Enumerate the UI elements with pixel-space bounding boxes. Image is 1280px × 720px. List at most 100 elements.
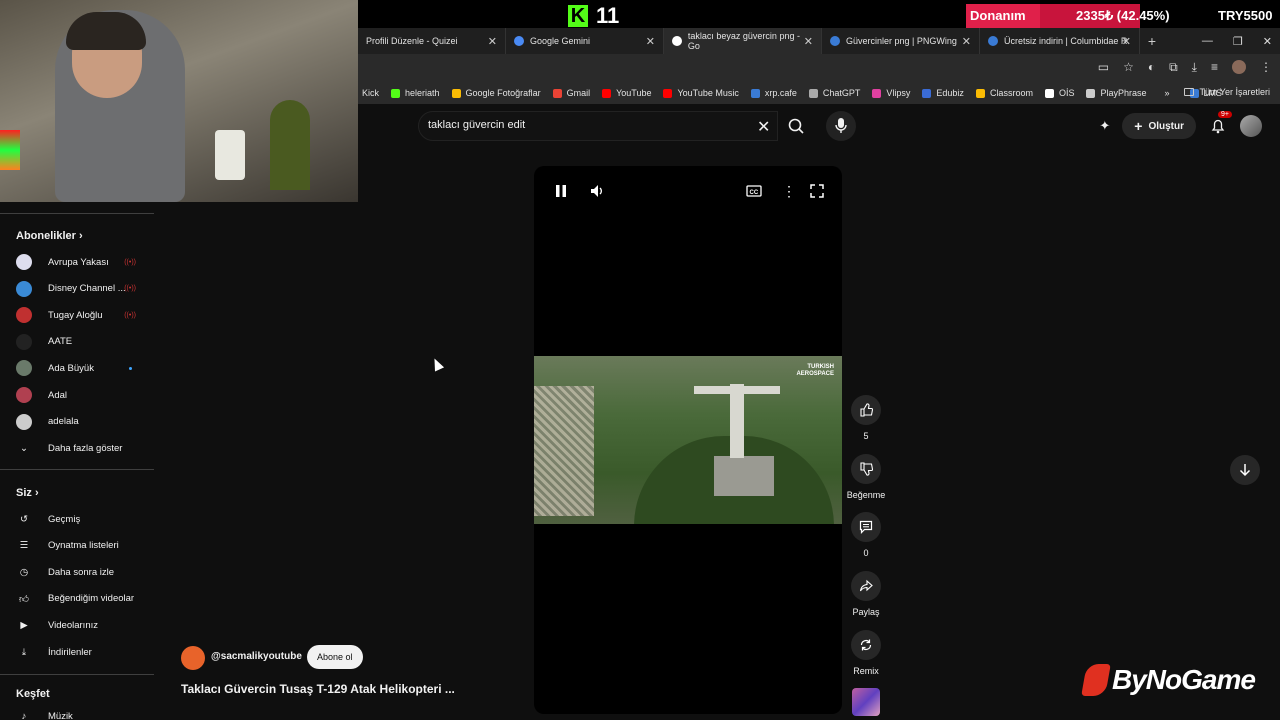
channel-avatar [16,387,32,403]
show-more-button[interactable]: ⌄ Daha fazla göster [16,436,146,460]
sidebar-item[interactable]: ◷ Daha sonra izle [16,560,146,584]
like-button[interactable]: 5 [850,395,882,441]
sidebar-item-label: Müzik [48,710,73,720]
channel-avatar [16,280,32,297]
clear-search-icon[interactable]: ✕ [757,117,770,137]
sidebar-item[interactable]: ↺ Geçmiş [16,507,146,531]
restore-icon[interactable]: ❐ [1233,35,1243,48]
voice-search-button[interactable] [826,111,856,141]
media-icon[interactable]: ≡ [1211,60,1218,75]
tab-title: taklacı beyaz güvercin png - Go [687,31,800,51]
bookmark-favicon-icon [552,88,562,98]
download-icon[interactable]: ⤓ [1192,60,1197,75]
statue-body [730,384,744,458]
google-icon [672,36,682,46]
browser-tab[interactable]: Güvercinler png | PNGWing ✕ [822,28,980,54]
profile-avatar[interactable] [1232,60,1246,74]
video-title[interactable]: Taklacı Güvercin Tusaş T-129 Atak Heliko… [181,682,455,696]
sidebar-item[interactable]: ☰ Oynatma listeleri [16,534,146,558]
close-icon[interactable]: ✕ [804,35,813,48]
bookmark-item[interactable]: YouTube [602,88,651,98]
captions-button[interactable]: CC [746,184,762,203]
channel-name[interactable]: @sacmalikyoutube [211,651,302,662]
user-avatar[interactable] [1240,115,1262,137]
close-icon[interactable]: ✕ [962,35,971,48]
minimize-icon[interactable]: — [1202,35,1213,47]
sidebar-item-music[interactable]: ♪ Müzik [16,704,146,720]
bookmark-item[interactable]: Vlipsy [872,88,910,98]
sidebar-item[interactable]: 👍︎ Beğendiğim videolar [16,587,146,611]
pngwing-icon [988,36,998,46]
share-button[interactable]: Paylaş [850,571,882,617]
thumbs-down-icon [860,462,873,476]
volume-button[interactable] [590,184,604,203]
remix-button[interactable]: Remix [850,630,882,676]
sound-thumbnail[interactable] [852,688,880,716]
subscribe-button[interactable]: Abone ol [307,645,363,669]
next-short-button[interactable] [1230,455,1260,485]
thumbs-up-icon [860,403,873,417]
bookmark-item[interactable]: Google Fotoğraflar [451,88,541,98]
channel-avatar [16,307,32,324]
sparkle-icon[interactable]: ✦ [1099,118,1110,134]
bookmark-item[interactable]: heleriath [391,88,440,98]
puzzle-icon[interactable]: ⧉ [1169,60,1178,75]
bookmark-item[interactable]: xrp.cafe [750,88,797,98]
video-icon: ▶ [20,619,28,631]
all-bookmarks-button[interactable]: Tüm Yer İşaretleri [1184,87,1270,97]
sidebar-subscription[interactable]: AATE [16,330,146,354]
browser-tab[interactable]: Ücretsiz indirin | Columbidae R ✕ [980,28,1140,54]
sidebar-subscription[interactable]: Disney Channel ... ((•)) [16,277,146,301]
bookmark-item[interactable]: Edubiz [922,88,964,98]
bookmark-item[interactable]: OİS [1044,88,1074,98]
bynogame-logo-icon [1081,664,1111,696]
browser-tab-active[interactable]: taklacı beyaz güvercin png - Go ✕ [664,28,822,54]
extension-icon[interactable]: ◐ [1148,60,1155,75]
shorts-player[interactable]: CC ⋮ TURKISH AEROSPACE [534,166,842,714]
bookmark-item[interactable]: ChatGPT [808,88,861,98]
bookmark-label: ChatGPT [822,88,861,98]
bookmark-item[interactable]: PlayPhrase [1086,88,1147,98]
sidebar-item[interactable]: ⤓ İndirilenler [16,640,146,664]
sidebar-subscription[interactable]: Adal [16,383,146,407]
bookmark-item[interactable]: Gmail [552,88,590,98]
bookmark-item[interactable]: Kick [362,88,379,98]
bookmarks-overflow-icon[interactable]: » [1165,88,1170,98]
browser-tab[interactable]: Profili Düzenle - Quizei ✕ [358,28,506,54]
comments-circle [851,512,881,542]
fullscreen-button[interactable] [810,184,824,203]
browser-tab[interactable]: Google Gemini ✕ [506,28,664,54]
sidebar-subscription[interactable]: Avrupa Yakası ((•)) [16,250,146,274]
bookmark-item[interactable]: Classroom [975,88,1033,98]
comments-button[interactable]: 0 [850,512,882,558]
sidebar-subscription[interactable]: adelala [16,410,146,434]
create-button[interactable]: + Oluştur [1122,113,1196,139]
bookmark-item[interactable]: YouTube Music [663,88,739,98]
you-heading[interactable]: Siz › [16,487,39,499]
close-icon[interactable]: ✕ [488,35,497,48]
bookmark-star-icon[interactable]: ☆ [1123,60,1134,75]
sidebar-divider [0,469,154,470]
close-icon[interactable]: ✕ [1122,35,1131,48]
cast-icon[interactable]: ▭ [1098,60,1109,75]
new-tab-icon[interactable]: + [1140,33,1164,49]
sidebar-item-label: Beğendiğim videolar [48,593,135,605]
header-actions: ✦ + Oluştur 9+ [1099,111,1262,139]
menu-icon[interactable]: ⋮ [1260,60,1272,75]
search-button[interactable] [779,111,813,141]
sidebar-item[interactable]: ▶ Videolarınız [16,613,146,637]
gemini-icon [514,36,524,46]
close-icon[interactable]: ✕ [646,35,655,48]
more-options-icon[interactable]: ⋮ [782,184,796,198]
channel-avatar[interactable] [181,646,205,670]
subscriptions-heading[interactable]: Abonelikler › [16,230,83,242]
kick-viewer-counter: K 11 [568,3,619,29]
search-icon [788,118,804,134]
sidebar-subscription[interactable]: Ada Büyük [16,356,146,380]
pause-button[interactable] [554,184,568,203]
close-window-icon[interactable]: ✕ [1263,35,1272,48]
dislike-button[interactable]: Beğenme [847,454,885,500]
notifications-button[interactable]: 9+ [1208,111,1232,136]
bookmark-label: PlayPhrase [1100,88,1147,98]
sidebar-subscription[interactable]: Tugay Aloğlu ((•)) [16,303,146,327]
